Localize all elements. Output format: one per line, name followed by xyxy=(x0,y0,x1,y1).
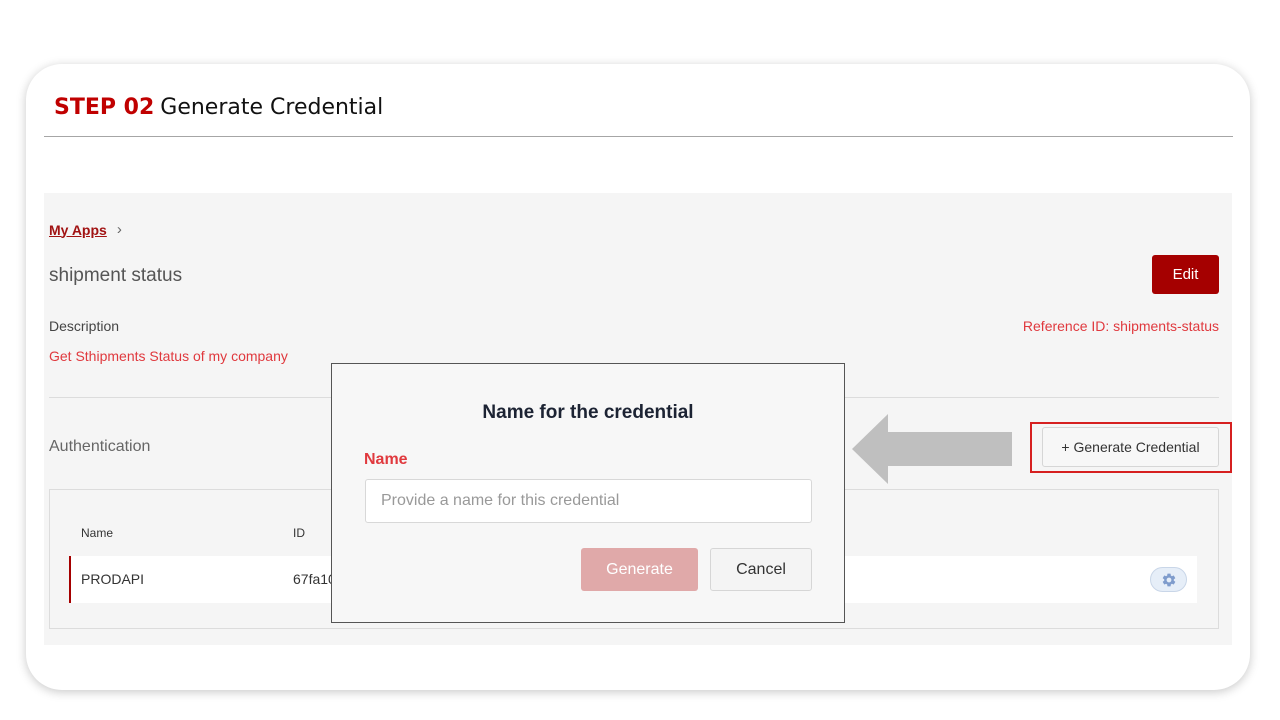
dialog-title: Name for the credential xyxy=(482,402,694,423)
app-name: shipment status xyxy=(49,265,183,286)
edit-button[interactable]: Edit xyxy=(1152,255,1219,294)
generate-credential-button[interactable]: + Generate Credential xyxy=(1042,427,1219,467)
column-header-name: Name xyxy=(81,526,114,540)
credential-name-cell: PRODAPI xyxy=(81,571,145,587)
description-label: Description xyxy=(49,318,120,334)
cancel-button[interactable]: Cancel xyxy=(710,548,812,591)
reference-id: Reference ID: shipments-status xyxy=(1022,318,1219,334)
authentication-title: Authentication xyxy=(49,438,151,455)
step-number: STEP 02 xyxy=(54,95,155,120)
step-title: STEP 02 Generate Credential xyxy=(54,95,383,120)
gear-icon xyxy=(1162,573,1175,586)
breadcrumb: My Apps › xyxy=(49,221,122,238)
credential-name-dialog: Name for the credential Name Generate Ca… xyxy=(331,363,845,623)
chevron-right-icon: › xyxy=(116,221,122,238)
breadcrumb-my-apps-link[interactable]: My Apps xyxy=(49,222,107,238)
step-title-text: Generate Credential xyxy=(160,95,384,120)
credential-id-cell: 67fa10 xyxy=(293,571,333,587)
name-field-label: Name xyxy=(364,451,408,468)
column-header-id: ID xyxy=(293,526,305,540)
title-divider xyxy=(44,136,1233,137)
generate-button[interactable]: Generate xyxy=(581,548,698,591)
credential-settings-button[interactable] xyxy=(1150,567,1187,592)
credential-name-input[interactable] xyxy=(365,479,812,523)
description-text: Get Sthipments Status of my company xyxy=(49,348,288,364)
arrow-left-icon xyxy=(852,414,1012,484)
